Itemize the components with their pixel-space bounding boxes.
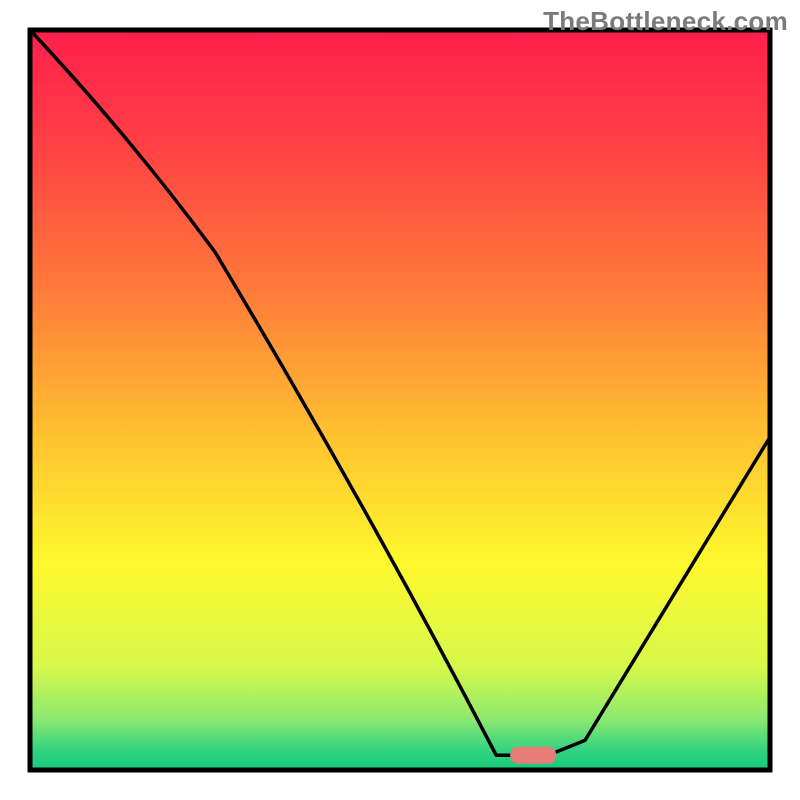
optimum-marker <box>510 747 556 764</box>
watermark-text: TheBottleneck.com <box>543 6 788 37</box>
bottleneck-chart <box>0 0 800 800</box>
chart-container: TheBottleneck.com <box>0 0 800 800</box>
plot-background <box>30 30 770 770</box>
